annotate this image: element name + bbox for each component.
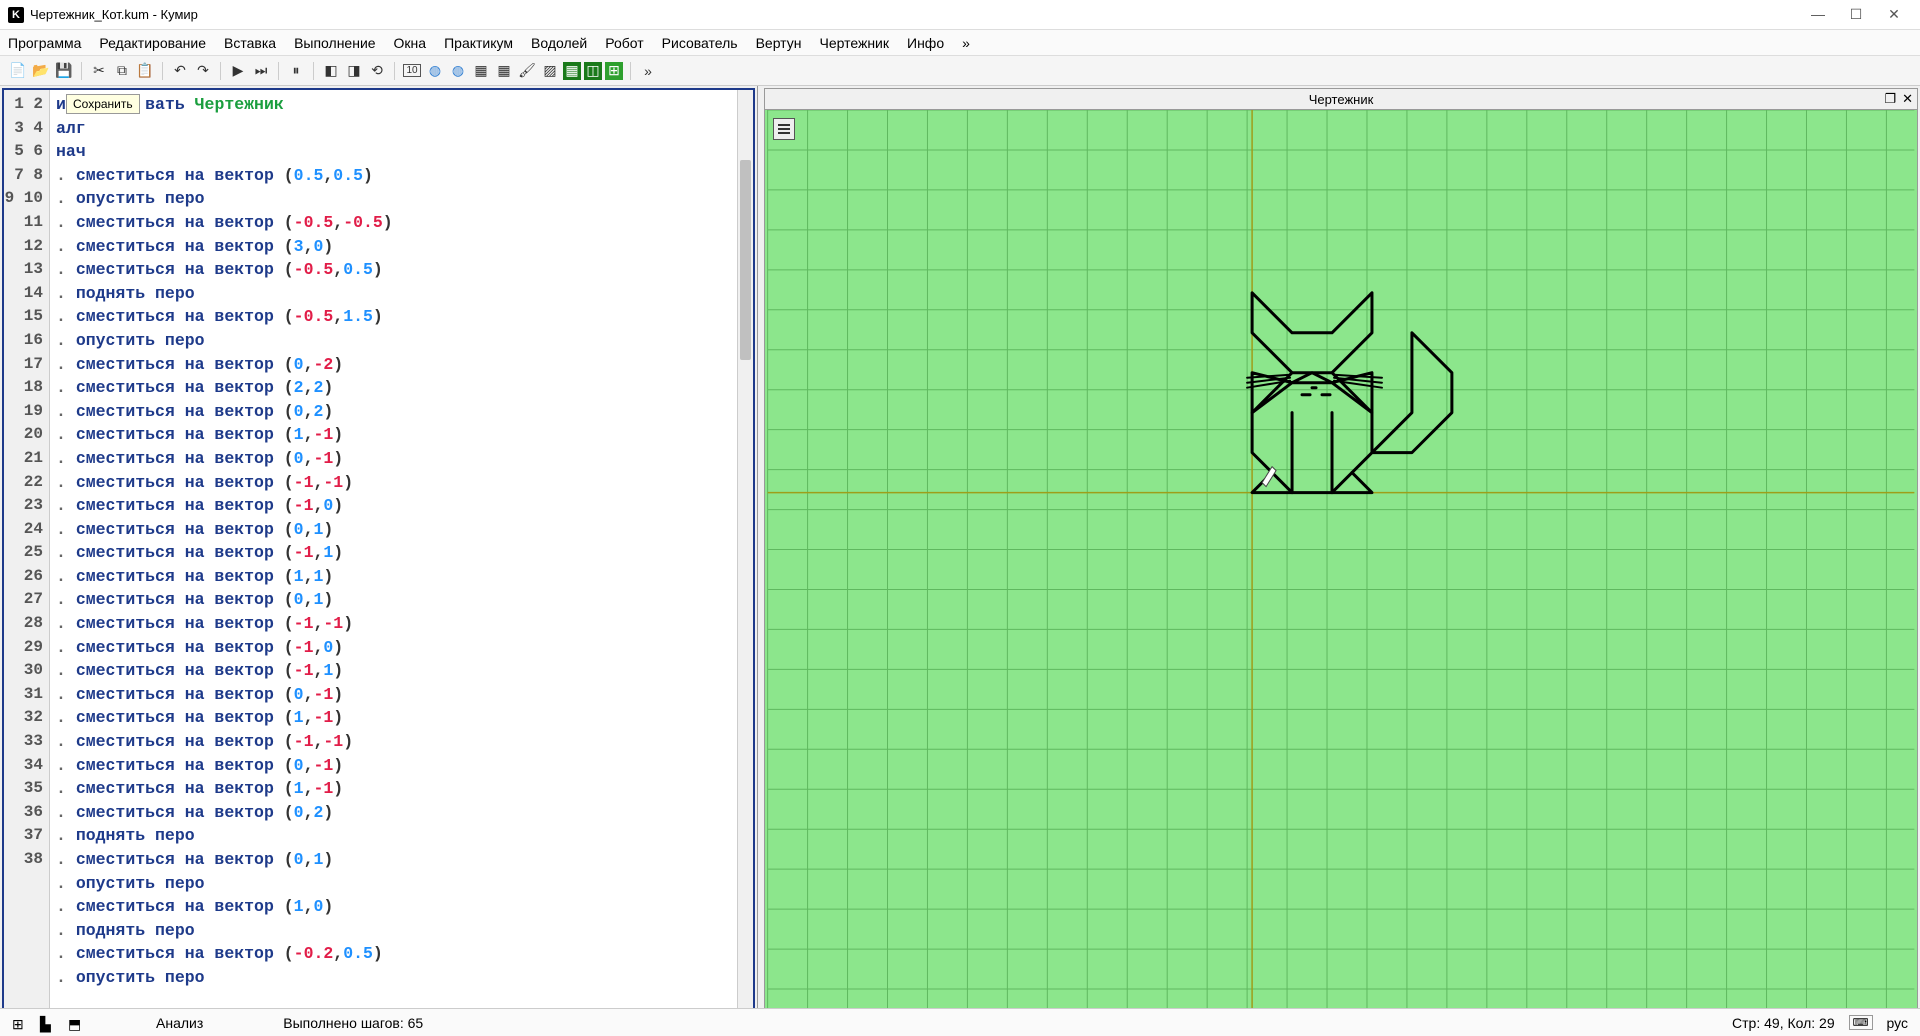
canvas-restore-icon[interactable]: ❐	[1884, 91, 1896, 107]
tool-b-icon[interactable]: ◨	[344, 61, 364, 81]
editor-pane: Сохранить 1 2 3 4 5 6 7 8 9 10 11 12 13 …	[0, 86, 758, 1030]
statusbar: ⊞ ▙ ⬒ Анализ Выполнено шагов: 65 Стр: 49…	[0, 1008, 1920, 1036]
undo-icon[interactable]: ↶	[170, 61, 190, 81]
green2-icon[interactable]: ◫	[584, 62, 602, 80]
cut-icon[interactable]: ✂	[89, 61, 109, 81]
new-file-icon[interactable]: 📄	[8, 61, 28, 81]
menu-Программа[interactable]: Программа	[8, 35, 81, 51]
stop-icon[interactable]: ⏸	[286, 61, 306, 81]
titlebar: K Чертежник_Кот.kum - Кумир — ☐ ✕	[0, 0, 1920, 30]
canvas-title: Чертежник	[1309, 92, 1374, 107]
menu-Выполнение[interactable]: Выполнение	[294, 35, 375, 51]
green3-icon[interactable]: ⊞	[605, 62, 623, 80]
line-gutter: 1 2 3 4 5 6 7 8 9 10 11 12 13 14 15 16 1…	[4, 90, 50, 1026]
menu-Робот[interactable]: Робот	[605, 35, 643, 51]
green1-icon[interactable]: ▦	[563, 62, 581, 80]
menu-Практикум[interactable]: Практикум	[444, 35, 513, 51]
code-editor[interactable]: и вать Чертежник алг нач . сместиться на…	[50, 90, 737, 1026]
menu-Инфо[interactable]: Инфо	[907, 35, 944, 51]
steps-label: Выполнено шагов: 65	[283, 1015, 423, 1031]
copy-icon[interactable]: ⧉	[112, 61, 132, 81]
app-icon: K	[8, 7, 24, 23]
status-icon-2[interactable]: ▙	[40, 1016, 58, 1030]
scrollbar-vertical[interactable]	[737, 90, 753, 1026]
menu-Чертежник[interactable]: Чертежник	[819, 35, 889, 51]
canvas-close-icon[interactable]: ✕	[1902, 91, 1913, 107]
redo-icon[interactable]: ↷	[193, 61, 213, 81]
step-icon[interactable]: ⏭	[251, 61, 271, 81]
save-tooltip: Сохранить	[66, 94, 140, 114]
menu-Рисователь[interactable]: Рисователь	[662, 35, 738, 51]
menubar: Программа Редактирование Вставка Выполнение…	[0, 30, 1920, 56]
open-file-icon[interactable]: 📂	[31, 61, 51, 81]
more-icon[interactable]: »	[638, 61, 658, 81]
close-button[interactable]: ✕	[1884, 6, 1904, 23]
canvas[interactable]	[764, 110, 1918, 1028]
minimize-button[interactable]: —	[1808, 6, 1828, 23]
paste-icon[interactable]: 📋	[135, 61, 155, 81]
tool-a-icon[interactable]: ◧	[321, 61, 341, 81]
flag-icon[interactable]: ▨	[540, 61, 560, 81]
maximize-button[interactable]: ☐	[1846, 6, 1866, 23]
run-icon[interactable]: ▶	[228, 61, 248, 81]
paint-icon[interactable]: 🖌	[517, 61, 537, 81]
menu-Редактирование[interactable]: Редактирование	[99, 35, 206, 51]
save-file-icon[interactable]: 💾	[54, 61, 74, 81]
lang-indicator[interactable]: рус	[1887, 1015, 1908, 1031]
counter-icon[interactable]: 10	[402, 61, 422, 81]
menu-»[interactable]: »	[962, 35, 970, 51]
menu-Водолей[interactable]: Водолей	[531, 35, 587, 51]
status-icon-3[interactable]: ⬒	[68, 1016, 86, 1030]
grid1-icon[interactable]: ▦	[471, 61, 491, 81]
analysis-label: Анализ	[156, 1015, 203, 1031]
toolbar: 📄 📂 💾 ✂ ⧉ 📋 ↶ ↷ ▶ ⏭ ⏸ ◧ ◨ ⟲ 10 ◍ ◍ ▦ ▦ 🖌…	[0, 56, 1920, 86]
grid2-icon[interactable]: ▦	[494, 61, 514, 81]
menu-Вертун[interactable]: Вертун	[756, 35, 802, 51]
menu-Вставка[interactable]: Вставка	[224, 35, 276, 51]
window-title: Чертежник_Кот.kum - Кумир	[30, 7, 1808, 22]
canvas-header: Чертежник ❐ ✕	[764, 88, 1918, 110]
menu-Окна[interactable]: Окна	[394, 35, 427, 51]
kbd-icon[interactable]: ⌨	[1849, 1015, 1873, 1030]
cursor-position: Стр: 49, Кол: 29	[1732, 1015, 1835, 1031]
status-icon-1[interactable]: ⊞	[12, 1016, 30, 1030]
water-icon[interactable]: ◍	[425, 61, 445, 81]
water2-icon[interactable]: ◍	[448, 61, 468, 81]
tool-c-icon[interactable]: ⟲	[367, 61, 387, 81]
